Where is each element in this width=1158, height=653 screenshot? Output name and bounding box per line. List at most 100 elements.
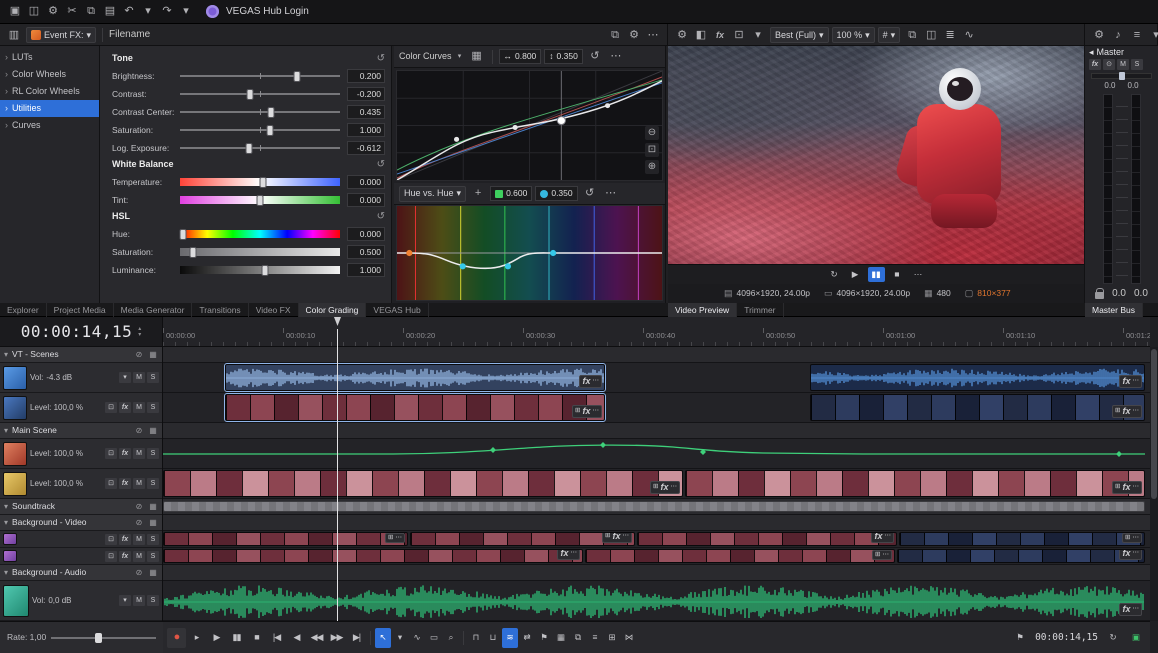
more-icon[interactable]: ⋯ [396,535,403,542]
slider-temperature[interactable] [180,175,340,189]
track-header-5[interactable]: Level: 100,0 %⊡fxMS [0,469,162,499]
hue-x-value-box[interactable]: 0.600 [490,186,532,201]
compositing-icon[interactable]: ⊡ [105,448,117,459]
caret-icon[interactable]: ▾ [749,26,767,44]
tab-vegas-hub[interactable]: VEGAS Hub [366,303,428,317]
audio-event[interactable]: fx⋯ [225,364,605,391]
group-header-background-audio[interactable]: ▾Background - Audio⊘▦ [0,565,162,581]
event-badge[interactable]: ⊞fx⋯ [1112,405,1142,418]
pause-button[interactable]: ▮▮ [868,267,885,282]
reset-icon[interactable]: ↺ [581,185,599,203]
sidebar-item-color-wheels[interactable]: ›Color Wheels [0,66,99,83]
external-monitor-icon[interactable]: ▣ [1128,628,1144,648]
sidebar-item-rl-color-wheels[interactable]: ›RL Color Wheels [0,83,99,100]
fx-icon[interactable]: fx [1122,483,1130,492]
track-thumbnail[interactable] [3,366,27,390]
preview-grid-dropdown[interactable]: # ▾ [878,27,901,43]
bypass-motion-blur-icon[interactable]: ⊘ [134,519,144,527]
go-to-start-button[interactable]: |◀ [267,628,286,648]
more-icon[interactable]: ⋯ [602,185,620,203]
fx-icon[interactable]: fx [1122,605,1130,614]
play-from-start-button[interactable]: ▸ [187,628,206,648]
timeline-row-4[interactable] [163,439,1150,469]
collapse-caret-icon[interactable]: ▾ [4,519,8,527]
crop-icon[interactable]: ⊞ [1115,408,1120,415]
preview-zoom-dropdown[interactable]: 100 % ▾ [832,27,875,43]
track-header-8[interactable]: ⊡fxMS [0,531,162,548]
compositing-mode-icon[interactable]: ▦ [148,519,158,527]
fx-icon[interactable]: fx [582,407,590,416]
hue-vs-hue-graph[interactable] [396,205,663,301]
timeline-row-6[interactable] [163,499,1150,515]
cut-icon[interactable]: ✂ [63,3,81,21]
collapsed-audio-event[interactable] [163,501,1145,512]
timeline-row-5[interactable]: ⊞fx⋯⊞fx⋯ [163,469,1150,499]
tab-project-media[interactable]: Project Media [47,303,114,317]
group-header-vt-scenes[interactable]: ▾VT - Scenes⊘▦ [0,347,162,363]
quantize-to-frames-button[interactable]: ⊔ [485,628,501,648]
slider-thumb[interactable] [268,107,275,118]
stop-button[interactable]: ■ [889,267,906,282]
crop-icon[interactable]: ⊞ [1115,484,1120,491]
crop-icon[interactable]: ⊞ [1125,535,1130,542]
solo-button[interactable]: S [147,372,159,383]
copy-snapshot-icon[interactable]: ⧉ [903,26,921,44]
paste-icon[interactable]: ▤ [101,3,119,21]
fx-icon[interactable]: fx [1122,377,1130,386]
pan-crop-icon[interactable]: ⊡ [730,26,748,44]
curve-grid-icon[interactable]: ▦ [468,48,486,66]
curve-y-value-box[interactable]: ↕ 0.350 [544,49,583,64]
grid-button[interactable]: ▦ [553,628,569,648]
track-header-2[interactable]: Level: 100,0 %⊡fxMS [0,393,162,423]
group-header-background-video[interactable]: ▾Background - Video⊘▦ [0,515,162,531]
slider-log-exposure[interactable] [180,141,340,155]
preview-settings-icon[interactable]: ⚙ [673,26,691,44]
slider-thumb[interactable] [189,247,196,258]
tab-video-preview[interactable]: Video Preview [668,303,737,317]
solo-button[interactable]: S [147,402,159,413]
master-mute-button[interactable]: M [1117,59,1129,70]
reset-icon[interactable]: ↺ [377,212,385,222]
sidebar-item-curves[interactable]: ›Curves [0,117,99,134]
compositing-mode-icon[interactable]: ▦ [148,351,158,359]
zoom-tool-button[interactable]: ⌕ [443,628,459,648]
bypass-motion-blur-icon[interactable]: ⊘ [134,569,144,577]
slider-thumb[interactable] [293,71,300,82]
play-button[interactable]: ▶ [207,628,226,648]
fast-forward-button[interactable]: ▶▶ [327,628,346,648]
solo-button[interactable]: S [147,534,159,545]
crop-icon[interactable]: ⊞ [653,484,658,491]
audio-event[interactable]: fx⋯ [810,364,1145,391]
go-to-end-button[interactable]: ▶| [347,628,366,648]
color-curves-graph[interactable]: ⊖ ⊡ ⊕ [396,70,663,181]
crossfade-button[interactable]: ⋈ [621,628,637,648]
color-picker-icon[interactable]: + [469,185,487,203]
save-icon[interactable]: ◫ [25,3,43,21]
solo-button[interactable]: S [147,551,159,562]
curve-x-value-box[interactable]: ↔ 0.800 [499,49,542,64]
event-badge[interactable]: fx⋯ [579,375,602,388]
slider-thumb[interactable] [180,229,187,240]
master-fader-thumb[interactable] [1119,72,1125,80]
event-badge[interactable]: fx⋯ [1119,549,1142,560]
collapse-caret-icon[interactable]: ▾ [4,351,8,359]
more-icon[interactable]: ⋯ [571,550,578,557]
video-event[interactable]: ⊞⋯ [585,549,895,563]
video-event[interactable]: ⊞fx⋯ [410,532,635,546]
tab-trimmer[interactable]: Trimmer [737,303,783,317]
hue-y-value-box[interactable]: 0.350 [535,186,577,201]
video-event[interactable]: fx⋯ [637,532,897,546]
redo-menu-caret-icon[interactable]: ▾ [177,3,195,21]
master-bus-header[interactable]: ◂ Master [1089,48,1154,57]
video-fx-icon[interactable]: fx [711,26,729,44]
auto-ripple-button[interactable]: ≋ [502,628,518,648]
collapse-caret-icon[interactable]: ▾ [4,503,8,511]
track-fx-button[interactable]: fx [119,478,131,489]
more-icon[interactable]: ⋯ [607,48,625,66]
fx-icon[interactable]: fx [560,549,568,558]
time-ruler[interactable]: 00:00:0000:00:1000:00:2000:00:3000:00:40… [163,317,1150,347]
downmix-icon[interactable]: ≡ [1128,26,1146,44]
ignore-event-grouping-button[interactable]: ⇄ [519,628,535,648]
collapse-icon[interactable]: ◂ [1089,48,1094,57]
insert-fx-icon[interactable]: ⊙ [1103,59,1115,70]
